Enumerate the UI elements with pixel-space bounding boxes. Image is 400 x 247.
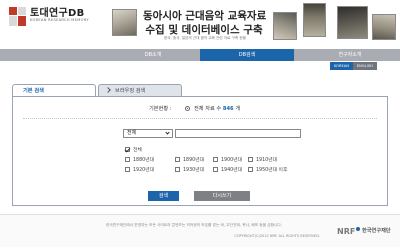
copyright-notice: 한국연구재단에서 운영하는 모든 사이트의 콘텐츠는 저작권의 보호를 받는 바…: [106, 223, 282, 227]
search-panel: 기본현황 : 전체 자료 수 846 개 전체 전체 1880년대 1890년대…: [12, 96, 388, 206]
archive-photo: [337, 6, 368, 39]
logo-icon: [9, 7, 26, 26]
checkbox-period[interactable]: [175, 167, 180, 172]
checkbox-period[interactable]: [125, 167, 130, 172]
reset-button[interactable]: 다시쓰기: [194, 191, 250, 201]
checkbox-period[interactable]: [213, 157, 218, 162]
basis-count: 846: [222, 106, 234, 112]
copyright-line: COPYRIGHT(C)2012 NRF. ALL RIGHTS RESERVE…: [234, 234, 320, 238]
basis-option-label: 전체 자료 수: [194, 106, 222, 112]
site-title-line2: 수집 및 데이터베이스 구축: [145, 24, 263, 36]
page: 토대연구DB KOREAN RESEARCH MEMORY 동아시아 근대음악 …: [0, 0, 400, 247]
field-select[interactable]: 전체: [123, 129, 173, 138]
site-footer: 한국연구재단에서 운영하는 모든 사이트의 콘텐츠는 저작권의 보호를 받는 바…: [0, 214, 400, 247]
period-label: 1880년대: [133, 158, 155, 163]
org-name: 한국연구재단: [362, 228, 391, 234]
search-button[interactable]: 검색: [148, 191, 179, 201]
svg-text:NRF: NRF: [337, 227, 355, 236]
chevron-down-icon: [165, 130, 170, 135]
main-nav: DB소개 DB검색 연구자소개: [0, 49, 400, 61]
lang-korean-button[interactable]: KOREAN: [330, 62, 353, 70]
period-label: 1950년대 이후: [256, 168, 288, 173]
search-input[interactable]: [175, 129, 301, 138]
archive-photo: [112, 9, 137, 36]
period-label: 1940년대: [221, 168, 243, 173]
nav-item-db-search[interactable]: DB검색: [200, 49, 294, 61]
archive-photo: [372, 14, 396, 40]
archive-photo: [273, 12, 297, 40]
period-label: 1920년대: [133, 168, 155, 173]
logo-title[interactable]: 토대연구DB: [30, 4, 85, 19]
archive-photo: [303, 3, 326, 37]
checkbox-all[interactable]: [125, 147, 130, 152]
period-label: 1890년대: [183, 158, 205, 163]
checkbox-period[interactable]: [248, 167, 253, 172]
divider: [23, 118, 377, 119]
site-title-line1: 동아시아 근대음악 교육자료: [143, 10, 267, 22]
checkbox-period[interactable]: [175, 157, 180, 162]
basis-radio[interactable]: [185, 106, 190, 111]
lang-english-button[interactable]: ENGLISH: [352, 62, 377, 70]
nrf-logo-icon: NRF: [337, 227, 360, 236]
basis-unit: 개: [235, 106, 241, 112]
language-switch: KOREAN ENGLISH: [330, 62, 377, 70]
period-label: 1910년대: [256, 158, 278, 163]
basis-label: 기본현황 :: [149, 106, 172, 112]
checkbox-all-label: 전체: [133, 148, 142, 153]
nav-item-researchers[interactable]: 연구자소개: [303, 49, 397, 61]
basis-summary: 전체 자료 수 846 개: [194, 105, 240, 112]
period-label: 1930년대: [183, 168, 205, 173]
logo-subtitle: KOREAN RESEARCH MEMORY: [30, 18, 89, 22]
period-label: 1900년대: [221, 158, 243, 163]
checkbox-period[interactable]: [248, 157, 253, 162]
site-header: 토대연구DB KOREAN RESEARCH MEMORY 동아시아 근대음악 …: [0, 0, 400, 49]
nav-item-db-intro[interactable]: DB소개: [106, 49, 200, 61]
field-select-value: 전체: [127, 130, 137, 136]
site-description: 한국, 중국, 일본의 근대 음악 교육 관련 자료 구축 현황: [164, 36, 246, 40]
checkbox-period[interactable]: [125, 157, 130, 162]
checkbox-period[interactable]: [213, 167, 218, 172]
